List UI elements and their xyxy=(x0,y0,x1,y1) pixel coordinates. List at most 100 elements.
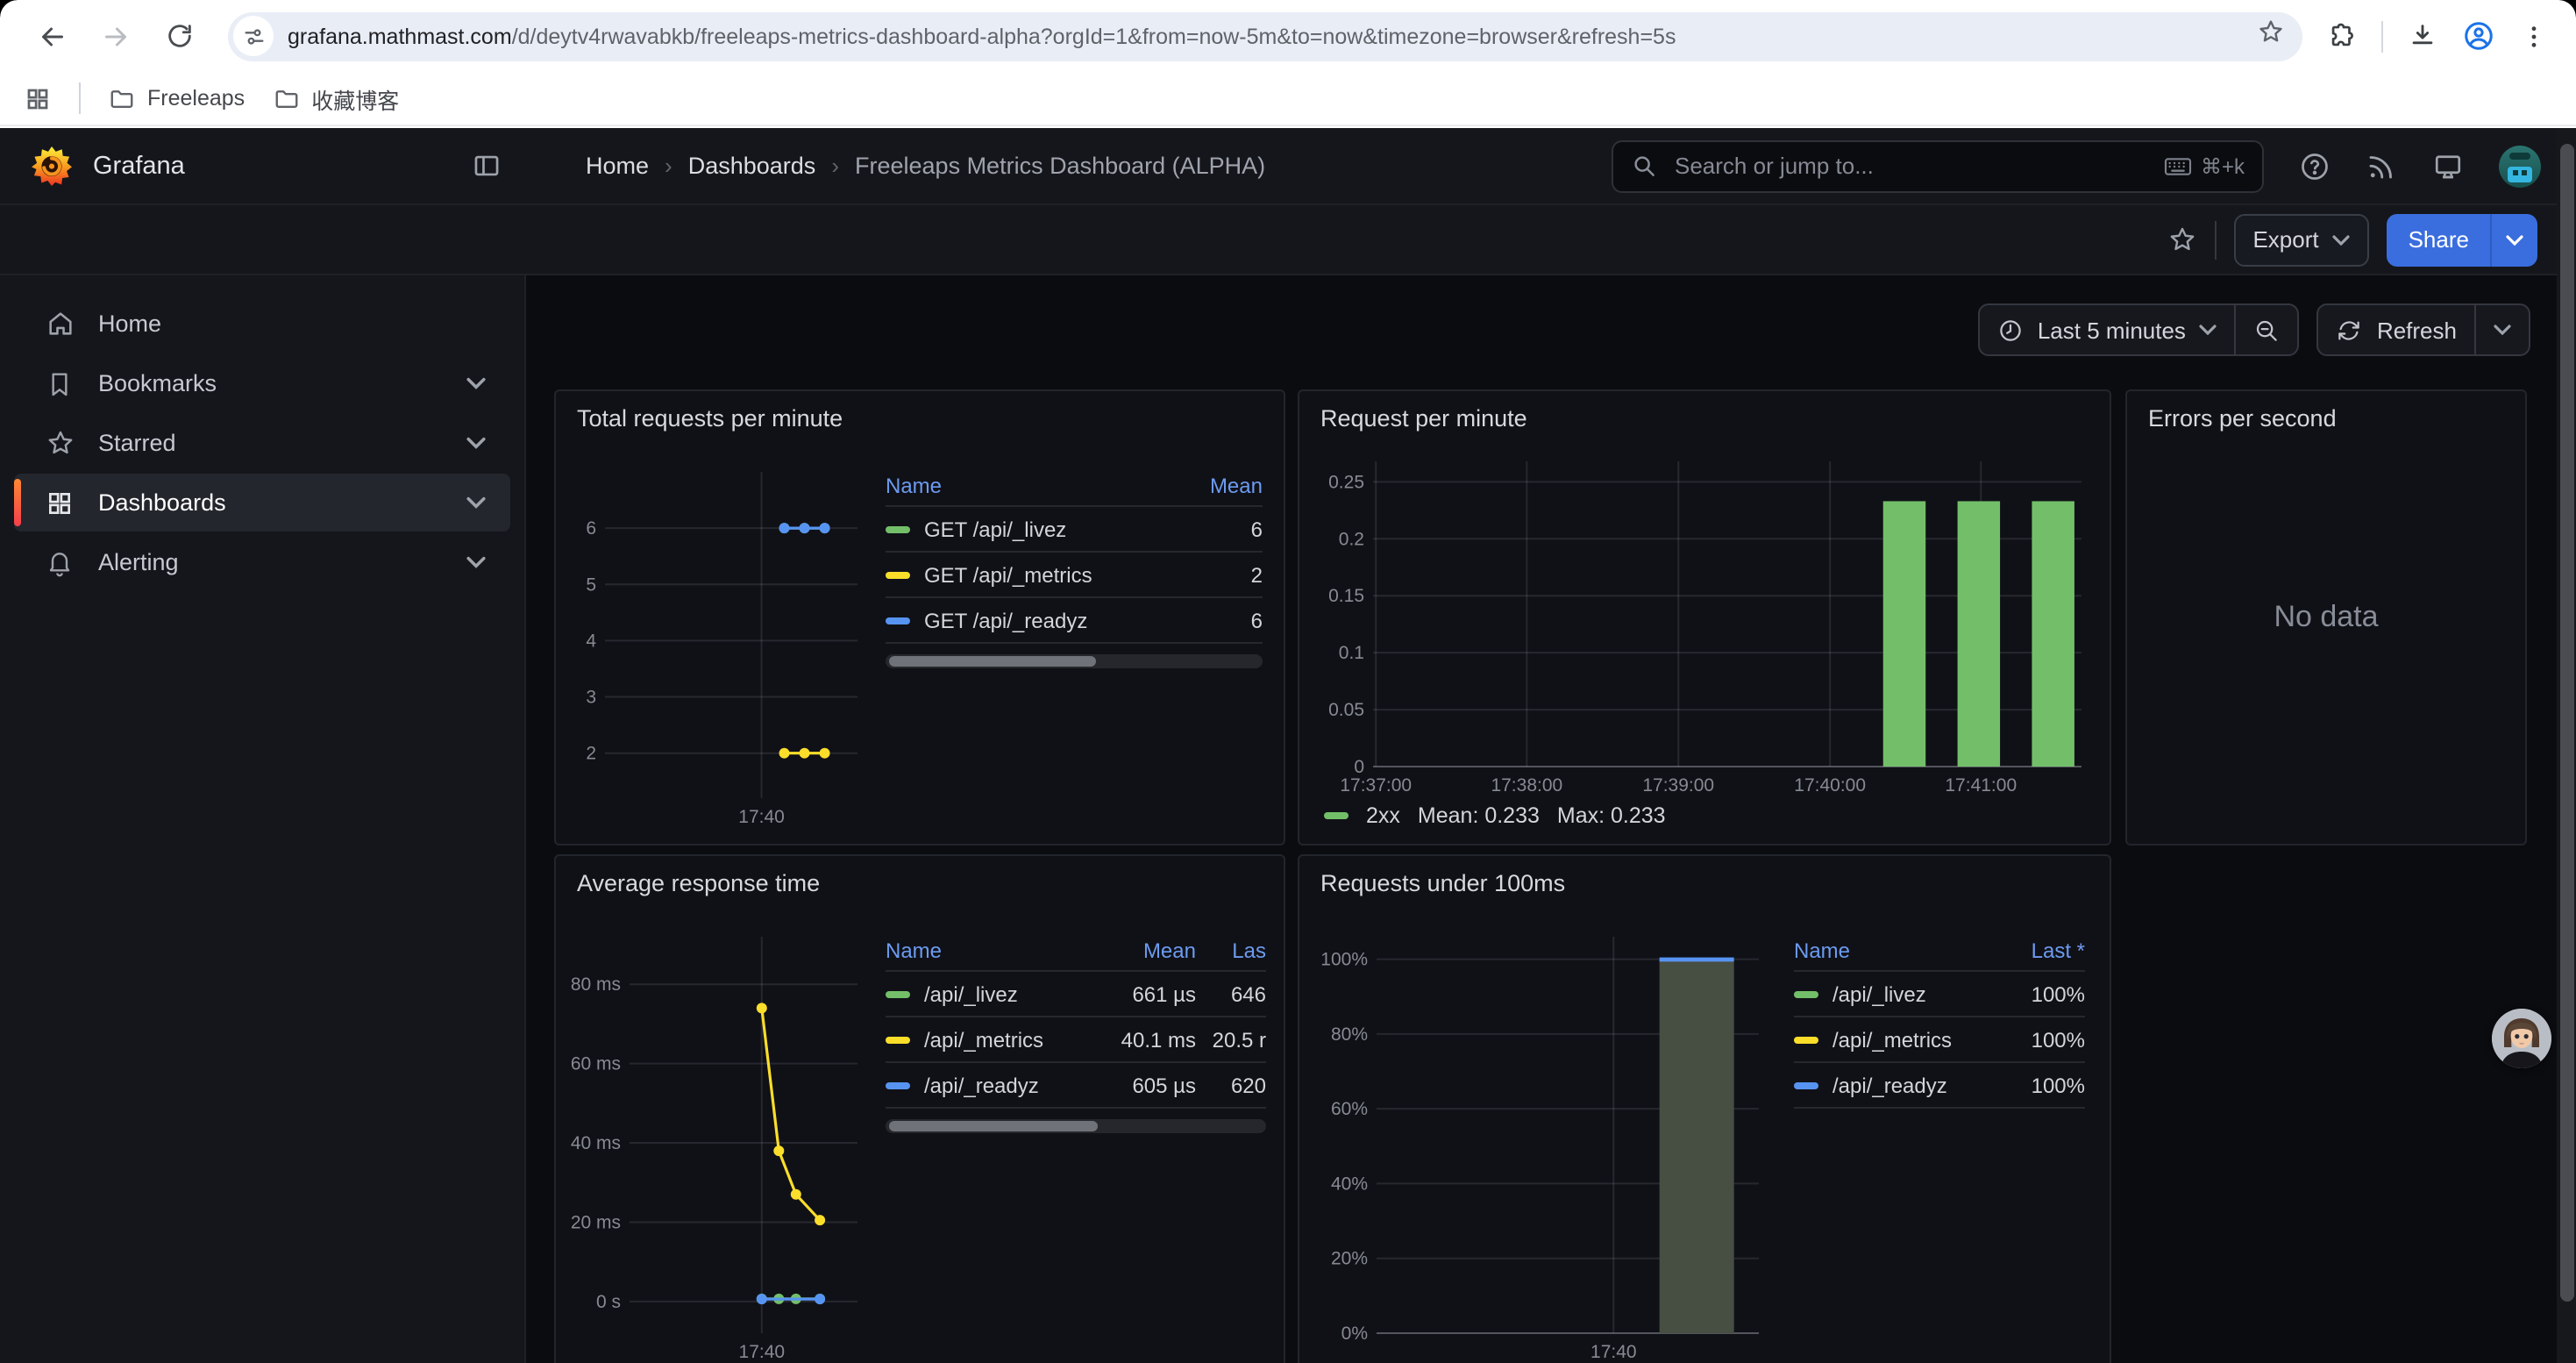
brand-title: Grafana xyxy=(93,152,185,180)
legend-value: 605 µs xyxy=(1087,1073,1196,1097)
sidebar-item-starred[interactable]: Starred xyxy=(14,414,510,472)
sidebar-item-bookmarks[interactable]: Bookmarks xyxy=(14,354,510,412)
refresh-button[interactable]: Refresh xyxy=(2319,305,2474,354)
legend-row: /api/_livez100% xyxy=(1794,972,2085,1017)
legend-scrollbar-thumb[interactable] xyxy=(889,656,1097,667)
no-data-message: No data xyxy=(2127,600,2525,635)
time-range-picker[interactable]: Last 5 minutes xyxy=(1980,305,2235,354)
chevron-down-icon[interactable] xyxy=(466,496,486,509)
legend-value: 661 µs xyxy=(1087,981,1196,1006)
downloads-icon[interactable] xyxy=(2408,21,2437,51)
toolbar-divider xyxy=(2381,20,2383,52)
chevron-down-icon[interactable] xyxy=(466,377,486,389)
legend-series-name[interactable]: GET /api/_livez xyxy=(886,517,1185,541)
site-settings-icon[interactable] xyxy=(233,16,274,56)
search-input[interactable] xyxy=(1671,151,2164,181)
bookmark-icon xyxy=(42,369,77,397)
time-range-label: Last 5 minutes xyxy=(2038,317,2186,343)
legend-value: 6 xyxy=(1185,517,1263,541)
chevron-down-icon[interactable] xyxy=(466,556,486,568)
legend-col-header[interactable]: Last * xyxy=(1997,938,2085,962)
legend-col-header[interactable]: Mean xyxy=(1087,938,1196,962)
legend-scrollbar-thumb[interactable] xyxy=(889,1121,1099,1131)
address-bar[interactable]: grafana.mathmast.com/d/deytv4rwavabkb/fr… xyxy=(228,11,2302,61)
menu-kebab-icon[interactable] xyxy=(2520,22,2548,50)
svg-text:80 ms: 80 ms xyxy=(571,974,621,995)
legend-series-name[interactable]: /api/_readyz xyxy=(1794,1073,1997,1097)
panel-title[interactable]: Average response time xyxy=(556,856,1284,896)
extensions-icon[interactable] xyxy=(2327,21,2357,51)
forward-icon[interactable] xyxy=(93,13,139,59)
bookmark-folder-blogs[interactable]: 收藏博客 xyxy=(273,82,399,115)
panel-title[interactable]: Total requests per minute xyxy=(556,391,1284,432)
sidebar-item-alerting[interactable]: Alerting xyxy=(14,533,510,591)
bookmark-folder-freeleaps[interactable]: Freeleaps xyxy=(109,85,245,111)
back-icon[interactable] xyxy=(30,13,75,59)
legend-col-header[interactable]: Las xyxy=(1196,938,1266,962)
grafana-logo-icon[interactable] xyxy=(32,146,72,186)
scrollbar-thumb[interactable] xyxy=(2559,144,2573,1302)
svg-text:60 ms: 60 ms xyxy=(571,1054,621,1074)
clock-icon xyxy=(1997,317,2024,343)
sidebar-item-label: Bookmarks xyxy=(98,370,466,396)
profile-icon[interactable] xyxy=(2462,19,2495,53)
legend-series-name[interactable]: GET /api/_metrics xyxy=(886,562,1185,587)
panel-title[interactable]: Requests under 100ms xyxy=(1299,856,2110,896)
apps-grid-icon[interactable] xyxy=(25,85,51,111)
help-icon[interactable] xyxy=(2299,150,2330,182)
legend-series-name[interactable]: GET /api/_readyz xyxy=(886,608,1185,632)
news-rss-icon[interactable] xyxy=(2366,150,2397,182)
sidebar-toggle-icon[interactable] xyxy=(472,151,502,181)
panel-title[interactable]: Request per minute xyxy=(1299,391,2110,432)
share-button[interactable]: Share xyxy=(2387,213,2490,266)
breadcrumb-dashboards[interactable]: Dashboards xyxy=(688,153,816,179)
search-box[interactable]: ⌘+k xyxy=(1612,139,2264,192)
legend-series-name[interactable]: /api/_metrics xyxy=(1794,1027,1997,1052)
share-menu-button[interactable] xyxy=(2490,213,2537,266)
user-avatar[interactable] xyxy=(2499,145,2541,187)
legend-series-name[interactable]: /api/_livez xyxy=(1794,981,1997,1006)
monitor-icon[interactable] xyxy=(2432,150,2464,182)
svg-text:0.2: 0.2 xyxy=(1339,529,1364,549)
favorite-star-icon[interactable] xyxy=(2167,225,2196,254)
chevron-down-icon[interactable] xyxy=(466,437,486,449)
zoom-out-button[interactable] xyxy=(2235,305,2298,354)
url-text[interactable]: grafana.mathmast.com/d/deytv4rwavabkb/fr… xyxy=(288,24,2243,48)
refresh-label: Refresh xyxy=(2377,317,2457,343)
breadcrumb-home[interactable]: Home xyxy=(586,153,649,179)
sidebar-item-label: Starred xyxy=(98,430,466,456)
search-icon xyxy=(1631,153,1657,179)
sidebar-item-dashboards[interactable]: Dashboards xyxy=(14,474,510,532)
legend-series-name[interactable]: /api/_livez xyxy=(886,981,1087,1006)
svg-text:6: 6 xyxy=(586,518,596,539)
svg-text:0.25: 0.25 xyxy=(1328,472,1364,492)
legend-value: 2 xyxy=(1185,562,1263,587)
browser-actions xyxy=(2320,19,2555,53)
legend-series-name[interactable]: /api/_readyz xyxy=(886,1073,1087,1097)
refresh-interval-button[interactable] xyxy=(2474,305,2529,354)
series-swatch xyxy=(1324,812,1348,819)
export-button[interactable]: Export xyxy=(2233,213,2369,266)
legend-max-value: Max: 0.233 xyxy=(1557,803,1666,828)
svg-text:17:40:00: 17:40:00 xyxy=(1794,775,1866,796)
legend-col-header[interactable]: Name xyxy=(886,938,1087,962)
legend-series-name[interactable]: /api/_metrics xyxy=(886,1027,1087,1052)
svg-text:80%: 80% xyxy=(1331,1024,1368,1045)
svg-text:17:41:00: 17:41:00 xyxy=(1945,775,2017,796)
legend-col-header[interactable]: Mean xyxy=(1185,473,1263,497)
svg-text:17:38:00: 17:38:00 xyxy=(1491,775,1562,796)
sidebar-item-home[interactable]: Home xyxy=(14,295,510,353)
legend-series-name[interactable]: 2xx xyxy=(1366,803,1400,828)
legend-col-header[interactable]: Name xyxy=(1794,938,1997,962)
legend-row: GET /api/_metrics2 xyxy=(886,553,1263,598)
panel-title[interactable]: Errors per second xyxy=(2127,391,2525,432)
svg-text:5: 5 xyxy=(586,574,596,595)
floating-assistant-avatar[interactable] xyxy=(2492,1009,2551,1068)
series-swatch xyxy=(886,617,910,624)
chevron-down-icon xyxy=(2333,234,2351,245)
legend-value: 620 xyxy=(1196,1073,1266,1097)
reload-icon[interactable] xyxy=(156,13,202,59)
requests-under-100ms-chart: 100%80%60%40%20%0%17:40 xyxy=(1310,923,1769,1363)
legend-col-header[interactable]: Name xyxy=(886,473,1185,497)
bookmark-star-icon[interactable] xyxy=(2257,18,2285,54)
